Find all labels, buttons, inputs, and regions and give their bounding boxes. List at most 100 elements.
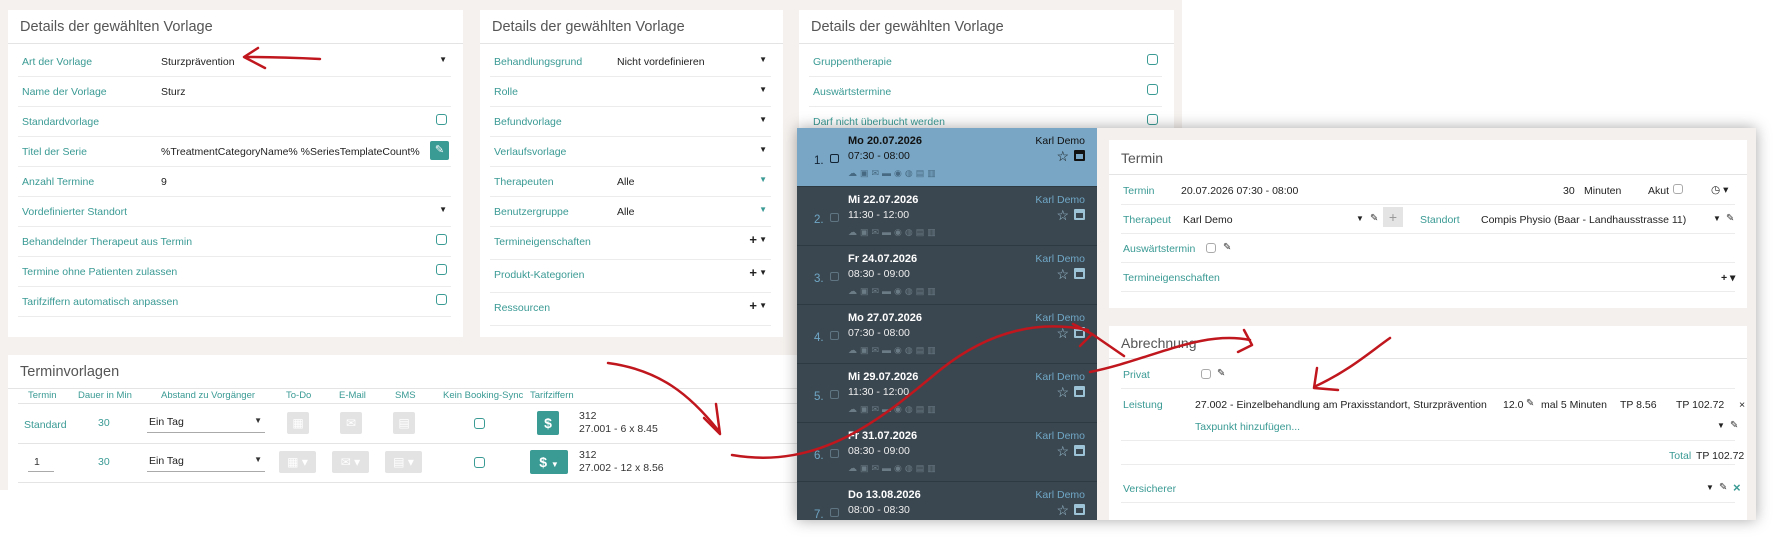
chevron-down-icon[interactable]: ▼ [759, 205, 767, 214]
chevron-down-icon[interactable]: ▼ [1717, 421, 1725, 430]
list-item[interactable]: 5. Mi 29.07.2026 11:30 - 12:00 Karl Demo… [797, 364, 1097, 423]
star-icon[interactable]: ☆ [1056, 443, 1069, 460]
field-therapeuten[interactable]: Therapeuten Alle ▼ [490, 167, 771, 197]
todo-button[interactable]: ▦ [287, 412, 309, 434]
titel-der-serie-input[interactable]: %TreatmentCategoryName% %SeriesTemplateC… [161, 146, 420, 158]
chevron-down-icon[interactable]: ▼ [759, 301, 767, 310]
pencil-icon[interactable]: ✎ [1719, 482, 1727, 493]
appointment-checkbox[interactable] [830, 449, 839, 458]
chevron-down-icon[interactable]: ▼ [1713, 214, 1721, 223]
anzahl-termine-input[interactable]: 9 [161, 176, 167, 188]
edit-pencil-button[interactable]: ✎ [430, 141, 449, 160]
tarif-dollar-button[interactable]: $ [537, 411, 559, 435]
calendar-icon[interactable] [1074, 445, 1085, 456]
appointment-checkbox[interactable] [830, 390, 839, 399]
field-rolle[interactable]: Rolle ▼ [490, 77, 771, 107]
pencil-icon[interactable]: ✎ [1726, 213, 1734, 224]
field-produkt-kategorien[interactable]: Produkt-Kategorien + ▼ [490, 260, 771, 293]
auswaertstermin-checkbox[interactable] [1206, 243, 1216, 253]
chevron-down-icon[interactable]: ▼ [1356, 214, 1364, 223]
standardvorlage-checkbox[interactable] [436, 114, 447, 125]
booking-sync-checkbox[interactable] [474, 457, 485, 468]
tarif-dollar-dropdown-button[interactable]: $ ▼ [530, 450, 568, 474]
list-item[interactable]: 1. Mo 20.07.2026 07:30 - 08:00 Karl Demo… [797, 128, 1097, 187]
pencil-icon[interactable]: ✎ [1223, 242, 1231, 253]
remove-icon[interactable]: × [1739, 399, 1745, 411]
appointment-checkbox[interactable] [830, 213, 839, 222]
chevron-down-icon[interactable]: ▼ [759, 235, 767, 244]
dauer-cell[interactable]: 30 [98, 456, 110, 468]
chevron-down-icon[interactable]: ▼ [759, 55, 767, 64]
star-icon[interactable]: ☆ [1056, 502, 1069, 519]
name-der-vorlage-input[interactable]: Sturz [161, 86, 186, 98]
calendar-icon[interactable] [1074, 150, 1085, 161]
star-icon[interactable]: ☆ [1056, 207, 1069, 224]
tarifziffern-anpassen-checkbox[interactable] [436, 294, 447, 305]
termin-cell[interactable]: 1 [34, 456, 40, 468]
add-icon[interactable]: + [749, 298, 757, 313]
booking-sync-checkbox[interactable] [474, 418, 485, 429]
pencil-icon[interactable]: ✎ [1526, 398, 1534, 409]
list-item[interactable]: 6. Fr 31.07.2026 08:30 - 09:00 Karl Demo… [797, 423, 1097, 482]
list-item[interactable]: 7. Do 13.08.2026 08:00 - 08:30 Karl Demo… [797, 482, 1097, 520]
field-verlaufsvorlage[interactable]: Verlaufsvorlage ▼ [490, 137, 771, 167]
chevron-down-icon[interactable]: ▼ [1706, 483, 1714, 492]
calendar-icon[interactable] [1074, 209, 1085, 220]
field-behandlungsgrund[interactable]: Behandlungsgrund Nicht vordefinieren ▼ [490, 47, 771, 77]
list-item[interactable]: 4. Mo 27.07.2026 07:30 - 08:00 Karl Demo… [797, 305, 1097, 364]
appointment-checkbox[interactable] [830, 272, 839, 281]
sms-dropdown-button[interactable]: ▤ ▾ [385, 451, 422, 473]
akut-checkbox[interactable] [1673, 184, 1683, 194]
chevron-down-icon[interactable]: ▼ [439, 205, 447, 214]
ueberbucht-checkbox[interactable] [1147, 114, 1158, 125]
add-icon[interactable]: + [749, 232, 757, 247]
field-vordefinierter-standort[interactable]: Vordefinierter Standort ▼ [18, 197, 451, 227]
list-item[interactable]: 3. Fr 24.07.2026 08:30 - 09:00 Karl Demo… [797, 246, 1097, 305]
field-titel-der-serie[interactable]: Titel der Serie %TreatmentCategoryName% … [18, 137, 451, 167]
chevron-down-icon[interactable]: ▼ [759, 145, 767, 154]
star-icon[interactable]: ☆ [1056, 148, 1069, 165]
appointment-checkbox[interactable] [830, 331, 839, 340]
list-item[interactable]: 2. Mi 22.07.2026 11:30 - 12:00 Karl Demo… [797, 187, 1097, 246]
todo-dropdown-button[interactable]: ▦ ▾ [279, 451, 316, 473]
gruppentherapie-checkbox[interactable] [1147, 54, 1158, 65]
chevron-down-icon[interactable]: ▼ [439, 55, 447, 64]
termine-ohne-patienten-checkbox[interactable] [436, 264, 447, 275]
email-dropdown-button[interactable]: ✉ ▾ [332, 451, 369, 473]
field-art-der-vorlage[interactable]: Art der Vorlage Sturzprävention ▼ [18, 47, 451, 77]
field-befundvorlage[interactable]: Befundvorlage ▼ [490, 107, 771, 137]
star-icon[interactable]: ☆ [1056, 325, 1069, 342]
calendar-icon[interactable] [1074, 504, 1085, 515]
art-der-vorlage-value[interactable]: Sturzprävention [161, 56, 235, 68]
chevron-down-icon[interactable]: ▼ [759, 175, 767, 184]
add-icon[interactable]: + [749, 265, 757, 280]
dauer-cell[interactable]: 30 [98, 417, 110, 429]
leistung-value[interactable]: 27.002 - Einzelbehandlung am Praxisstand… [1195, 399, 1487, 411]
field-benutzergruppe[interactable]: Benutzergruppe Alle ▼ [490, 197, 771, 227]
privat-checkbox[interactable] [1201, 369, 1211, 379]
calendar-icon[interactable] [1074, 386, 1085, 397]
appointment-checkbox[interactable] [830, 154, 839, 163]
field-name-der-vorlage[interactable]: Name der Vorlage Sturz [18, 77, 451, 107]
abstand-select[interactable]: Ein Tag ▼ [147, 450, 265, 472]
star-icon[interactable]: ☆ [1056, 384, 1069, 401]
pencil-icon[interactable]: ✎ [1217, 368, 1225, 379]
add-icon[interactable]: + ▾ [1721, 272, 1735, 284]
chevron-down-icon[interactable]: ▼ [759, 115, 767, 124]
auswaertstermine-checkbox[interactable] [1147, 84, 1158, 95]
termin-datetime-input[interactable]: 20.07.2026 07:30 - 08:00 [1181, 185, 1298, 197]
therapeut-select[interactable]: Karl Demo [1183, 214, 1233, 226]
pencil-icon[interactable]: ✎ [1370, 213, 1378, 224]
pencil-icon[interactable]: ✎ [1730, 420, 1738, 431]
add-taxpunkt-link[interactable]: Taxpunkt hinzufügen... [1195, 421, 1300, 433]
add-therapist-button[interactable]: + [1383, 207, 1403, 227]
appointment-checkbox[interactable] [830, 508, 839, 517]
duration-input[interactable]: 30 [1563, 185, 1575, 197]
star-icon[interactable]: ☆ [1056, 266, 1069, 283]
quantity-input[interactable]: 12.0 [1503, 399, 1523, 411]
chevron-down-icon[interactable]: ▼ [759, 85, 767, 94]
standort-select[interactable]: Compis Physio (Baar - Landhausstrasse 11… [1481, 214, 1686, 226]
field-termineigenschaften[interactable]: Termineigenschaften + ▼ [490, 227, 771, 260]
email-button[interactable]: ✉ [340, 412, 362, 434]
calendar-icon[interactable] [1074, 327, 1085, 338]
